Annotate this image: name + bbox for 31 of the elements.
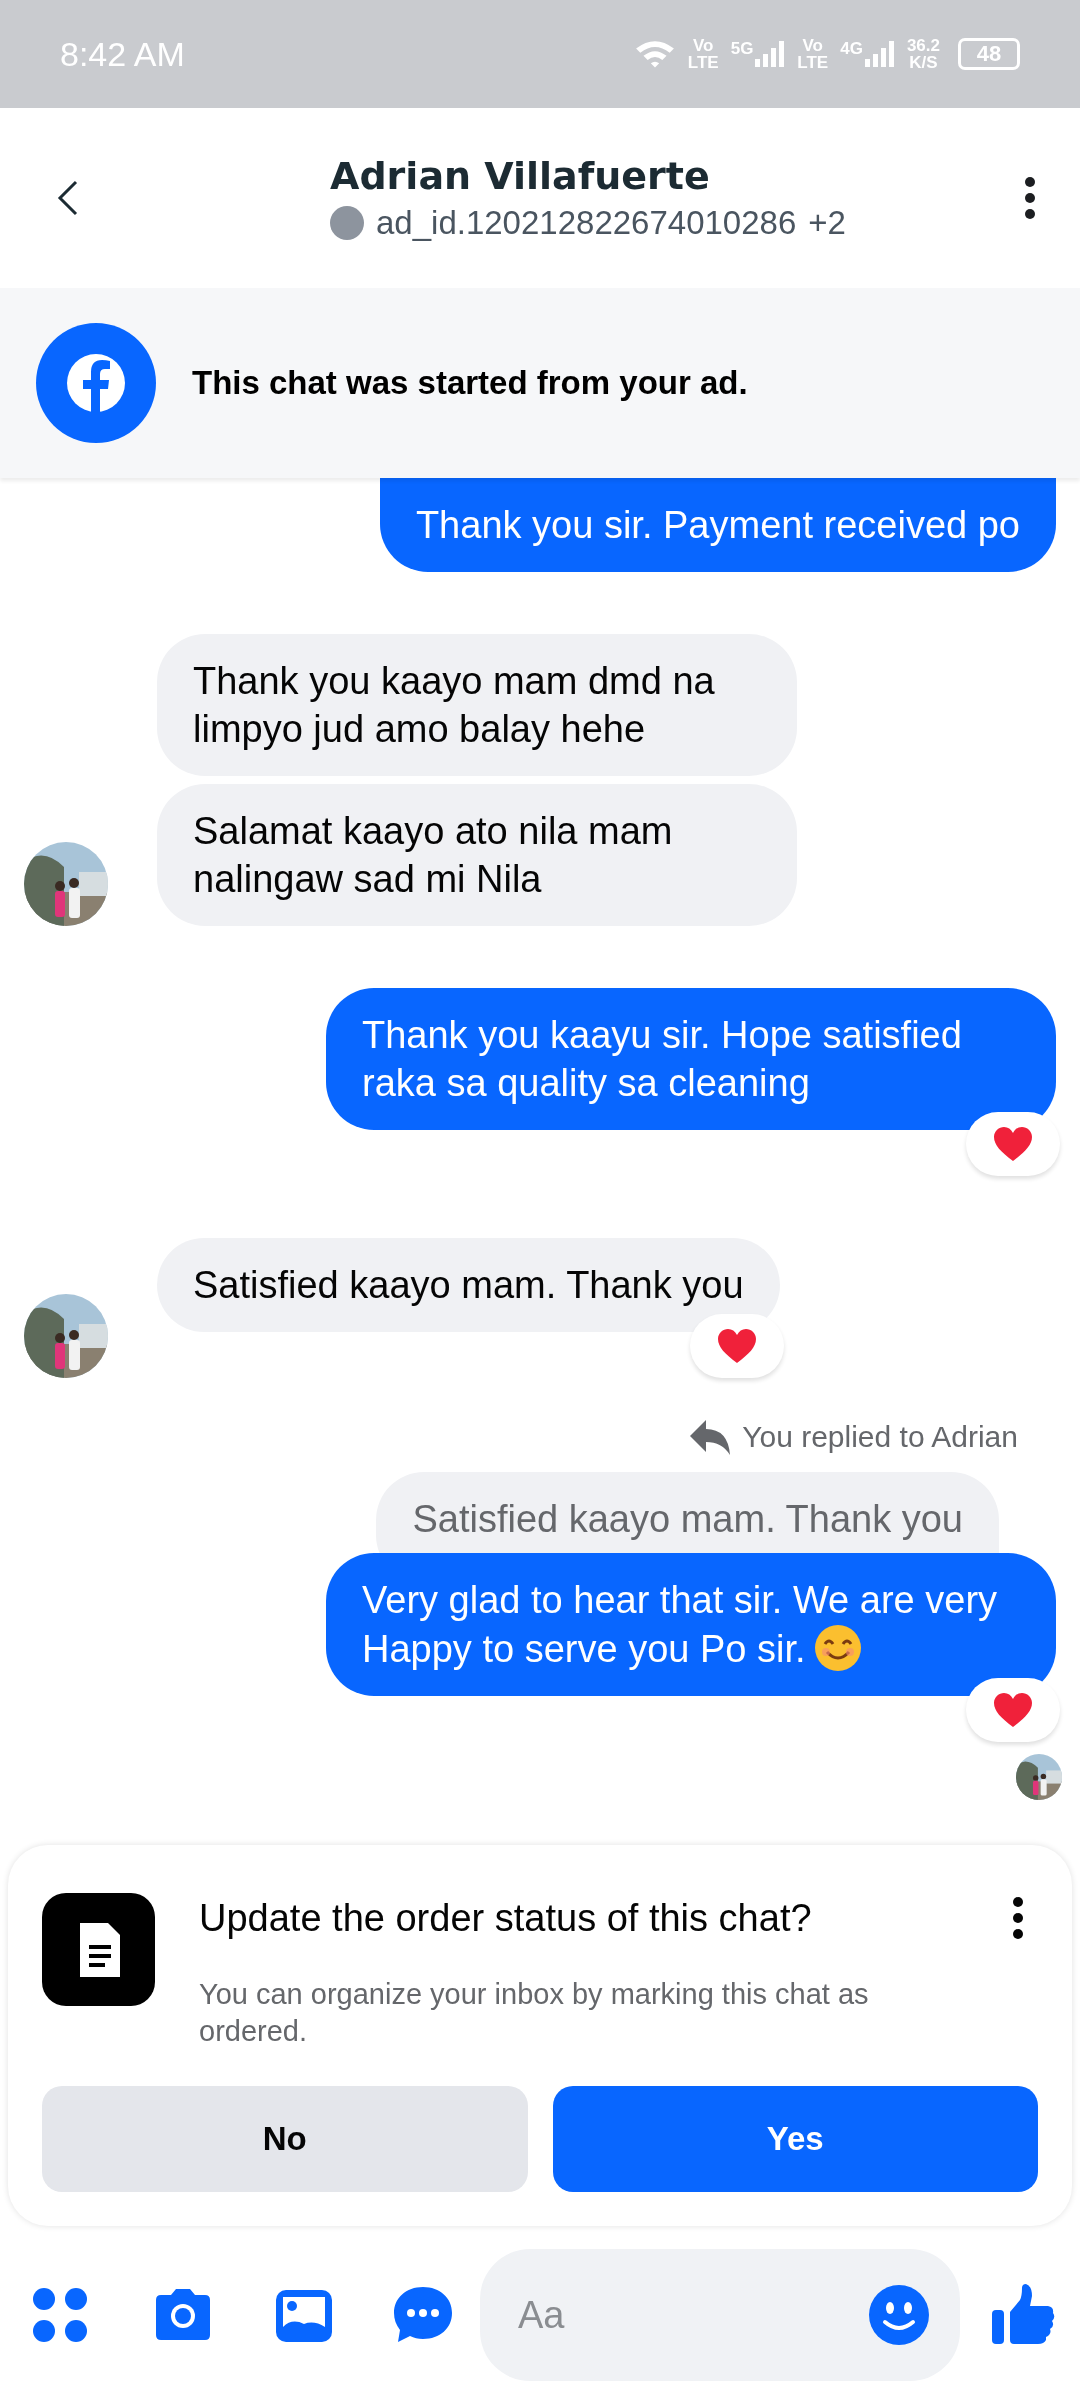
message-bubble: Thank you kaayo mam dmd na limpyo jud amo balay hehe	[157, 634, 797, 776]
card-title: Update the order status of this chat?	[199, 1897, 813, 1940]
participant-count: +2	[808, 204, 846, 242]
yes-button[interactable]: Yes	[552, 2086, 1038, 2192]
message-bubble: Salamat kaayo ato nila mam nalingaw sad mi Nila	[157, 784, 797, 926]
document-icon	[42, 1893, 155, 2006]
heart-icon	[993, 1126, 1033, 1162]
signal-icon	[864, 39, 895, 69]
smiley-icon[interactable]	[868, 2284, 930, 2346]
message-bubble: Thank you kaayu sir. Hope satisfied raka sa quality sa cleaning	[326, 988, 1056, 1130]
reaction-badge[interactable]	[966, 1112, 1060, 1176]
banner-text: This chat was started from your ad.	[192, 364, 748, 402]
message-input[interactable]: Aa	[516, 2292, 868, 2338]
heart-icon	[716, 1328, 757, 1364]
reply-note: You replied to Adrian	[742, 1420, 1018, 1454]
message-field[interactable]: Aa	[480, 2249, 960, 2381]
status-dot	[330, 206, 364, 240]
ad-id-text: ad_id.120212822674010286	[376, 204, 797, 242]
card-description: You can organize your inbox by marking this chat as ordered.	[199, 1977, 870, 2049]
wifi-icon	[633, 38, 676, 70]
heart-icon	[993, 1692, 1033, 1728]
f-logo-icon	[36, 323, 156, 443]
reaction-badge[interactable]	[689, 1314, 784, 1378]
reaction-badge[interactable]	[966, 1678, 1060, 1742]
message-bubble: Very glad to hear that sir. We are very Happy to serve you Po sir.	[326, 1553, 1056, 1696]
message-bubble: Thank you sir. Payment received po	[379, 478, 1056, 572]
message-bubble: Satisfied kaayo mam. Thank you	[157, 1238, 780, 1332]
contact-name: Adrian Villafuerte	[330, 154, 711, 198]
no-button[interactable]: No	[42, 2086, 528, 2192]
reply-arrow-icon	[690, 1418, 733, 1456]
signal-icon	[755, 39, 786, 69]
